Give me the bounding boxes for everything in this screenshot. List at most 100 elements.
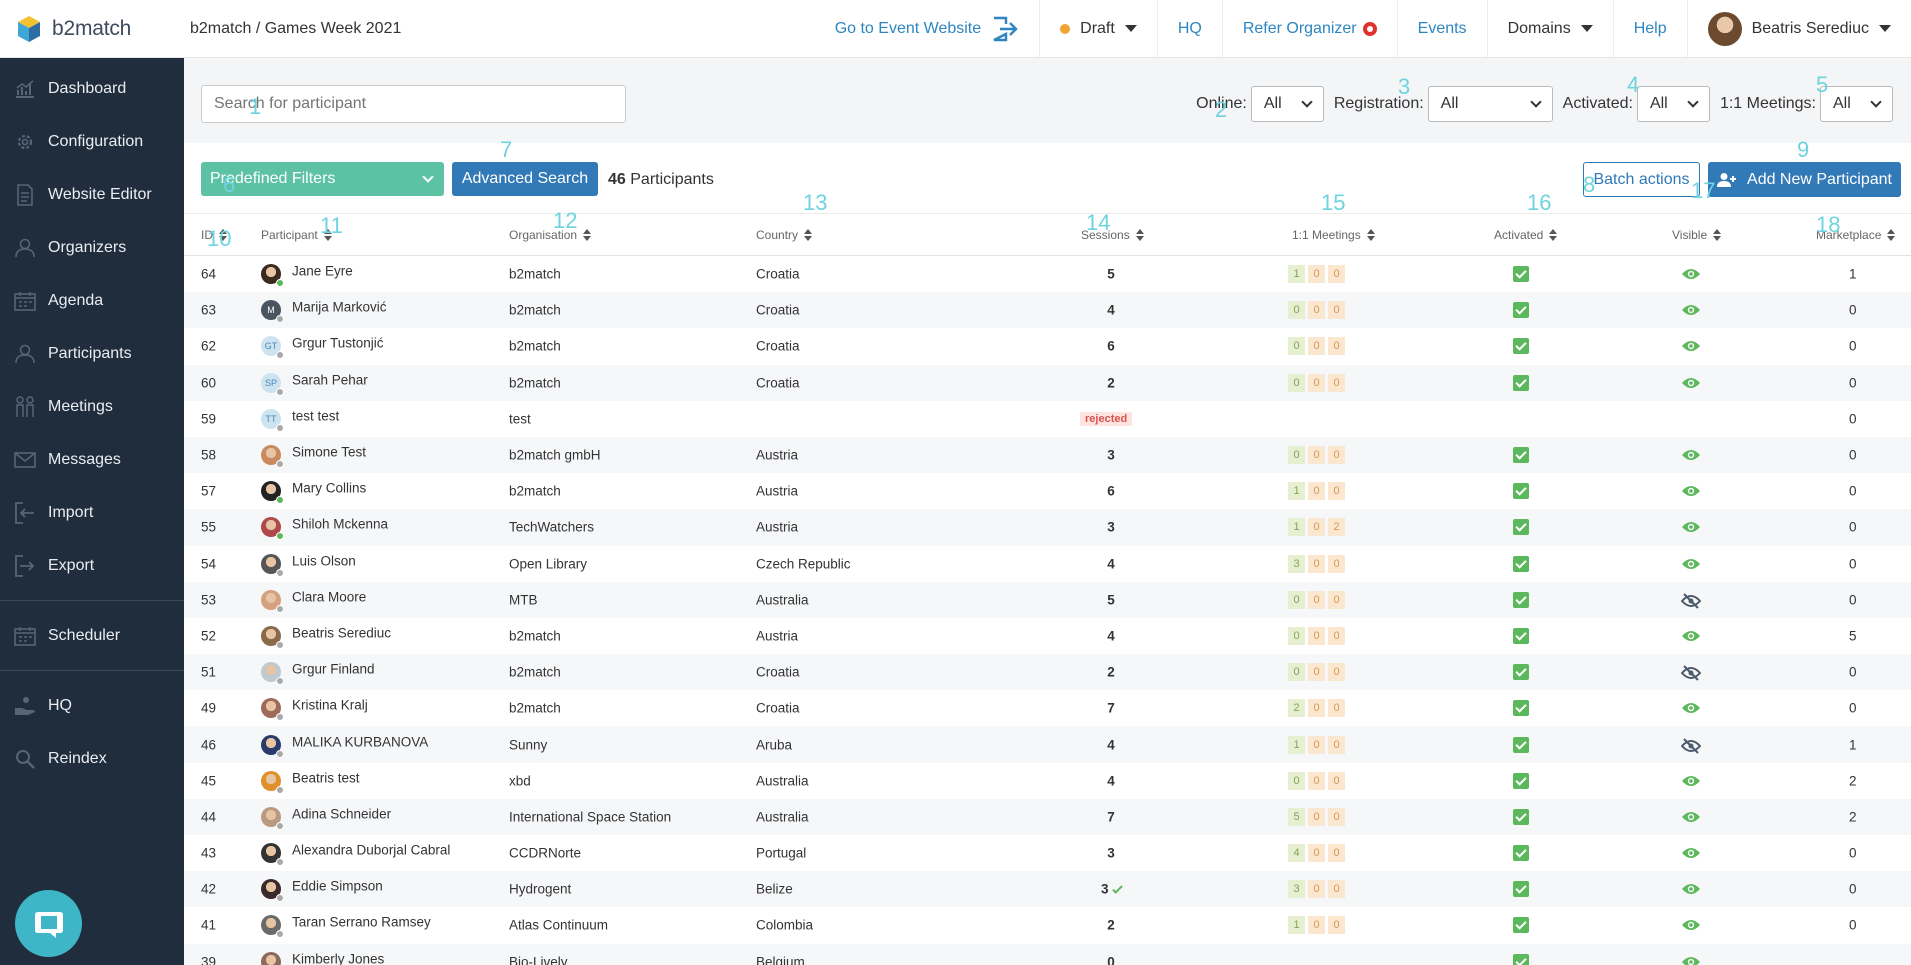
participant-name[interactable]: Grgur Tustonjić xyxy=(292,336,384,351)
status-dropdown[interactable]: Draft xyxy=(1039,0,1157,57)
table-row[interactable]: 58 Simone Test b2match gmbH Austria 3 0 0 0 0 xyxy=(184,436,1911,474)
table-row[interactable]: 55 Shiloh Mckenna TechWatchers Austria 3 1 0 2 0 xyxy=(184,509,1911,546)
table-row[interactable]: 39 Kimberly Jones Bio-Lively Belgium 0 xyxy=(184,943,1911,965)
table-row[interactable]: 43 Alexandra Duborjal Cabral CCDRNorte Port… xyxy=(184,835,1911,871)
sidebar-item-agenda[interactable]: Agenda xyxy=(0,274,184,327)
activated-select[interactable]: All xyxy=(1636,86,1710,122)
sidebar-item-export[interactable]: Export xyxy=(0,539,184,592)
table-row[interactable]: 54 Luis Olson Open Library Czech Republic 4 3… xyxy=(184,546,1911,582)
table-row[interactable]: 41 Taran Serrano Ramsey Atlas Continuum Col… xyxy=(184,907,1911,943)
predefined-filters-dropdown[interactable]: Predefined Filters xyxy=(201,162,444,196)
advanced-search-button[interactable]: Advanced Search xyxy=(452,162,598,196)
registration-select[interactable]: All xyxy=(1427,86,1553,122)
participant-name[interactable]: Sarah Pehar xyxy=(292,372,368,387)
hq-link[interactable]: HQ xyxy=(1156,0,1222,57)
table-row[interactable]: 46 MALIKA KURBANOVA Sunny Aruba 4 1 0 0 1 xyxy=(184,726,1911,763)
table-row[interactable]: 59 TT test test test rejected 0 xyxy=(184,401,1911,437)
logo[interactable]: b2match xyxy=(0,14,184,44)
hidden-eye-icon[interactable] xyxy=(1680,737,1702,754)
go-to-event-website-link[interactable]: Go to Event Website xyxy=(815,0,1039,57)
sidebar-item-meetings[interactable]: Meetings xyxy=(0,380,184,433)
participant-name[interactable]: Taran Serrano Ramsey xyxy=(292,915,431,930)
sidebar-item-hq[interactable]: HQ xyxy=(0,679,184,732)
visible-eye-icon[interactable] xyxy=(1681,846,1701,860)
table-row[interactable]: 62 GT Grgur Tustonjić b2match Croatia 6 0 0 0 0 xyxy=(184,328,1911,364)
participant-name[interactable]: test test xyxy=(292,408,339,423)
sidebar-item-scheduler[interactable]: Scheduler xyxy=(0,609,184,662)
visible-eye-icon[interactable] xyxy=(1681,376,1701,390)
help-link[interactable]: Help xyxy=(1612,0,1687,57)
participant-name[interactable]: MALIKA KURBANOVA xyxy=(292,734,428,749)
table-row[interactable]: 42 Eddie Simpson Hydrogent Belize 3 3 0 0 0 xyxy=(184,871,1911,908)
visible-eye-icon[interactable] xyxy=(1681,955,1701,965)
visible-eye-icon[interactable] xyxy=(1681,339,1701,353)
participant-name[interactable]: Shiloh Mckenna xyxy=(292,517,388,532)
participant-name[interactable]: Marija Marković xyxy=(292,300,387,315)
participant-name[interactable]: Kimberly Jones xyxy=(292,951,384,965)
refer-organizer-link[interactable]: Refer Organizer xyxy=(1221,0,1397,57)
visible-eye-icon[interactable] xyxy=(1681,774,1701,788)
sidebar-item-reindex[interactable]: Reindex xyxy=(0,732,184,785)
table-row[interactable]: 51 Grgur Finland b2match Croatia 2 0 0 0 0 xyxy=(184,654,1911,691)
participant-name[interactable]: Grgur Finland xyxy=(292,662,375,677)
participant-name[interactable]: Jane Eyre xyxy=(292,264,353,279)
table-row[interactable]: 53 Clara Moore MTB Australia 5 0 0 0 0 xyxy=(184,581,1911,618)
visible-eye-icon[interactable] xyxy=(1681,303,1701,317)
participant-name[interactable]: Adina Schneider xyxy=(292,806,391,821)
participant-name[interactable]: Clara Moore xyxy=(292,589,366,604)
sidebar-item-configuration[interactable]: Configuration xyxy=(0,115,184,168)
domains-dropdown[interactable]: Domains xyxy=(1486,0,1613,57)
sidebar-item-dashboard[interactable]: Dashboard xyxy=(0,62,184,115)
sidebar-item-import[interactable]: Import xyxy=(0,486,184,539)
visible-eye-icon[interactable] xyxy=(1681,557,1701,571)
table-row[interactable]: 44 Adina Schneider International Space Sta… xyxy=(184,798,1911,835)
hidden-eye-icon[interactable] xyxy=(1680,593,1702,609)
participant-name[interactable]: Luis Olson xyxy=(292,553,356,568)
column-header-activated[interactable]: Activated xyxy=(1494,228,1558,242)
table-row[interactable]: 45 Beatris test xbd Australia 4 0 0 0 2 xyxy=(184,763,1911,799)
events-link[interactable]: Events xyxy=(1396,0,1487,57)
chat-button[interactable] xyxy=(15,890,82,957)
sidebar-item-participants[interactable]: Participants xyxy=(0,327,184,380)
sidebar-item-organizers[interactable]: Organizers xyxy=(0,221,184,274)
column-header-visible[interactable]: Visible xyxy=(1672,228,1722,242)
visible-eye-icon[interactable] xyxy=(1681,810,1701,824)
meeting-count: 3 xyxy=(1288,880,1305,899)
table-row[interactable]: 52 Beatris Serediuc b2match Austria 4 0 0 0 5 xyxy=(184,618,1911,654)
add-new-participant-button[interactable]: Add New Participant xyxy=(1708,162,1901,197)
table-row[interactable]: 57 Mary Collins b2match Austria 6 1 0 0 0 xyxy=(184,473,1911,509)
sidebar-item-website-editor[interactable]: Website Editor xyxy=(0,168,184,221)
batch-actions-button[interactable]: Batch actions xyxy=(1583,162,1700,197)
user-menu[interactable]: Beatris Serediuc xyxy=(1686,0,1911,57)
sidebar-item-messages[interactable]: Messages xyxy=(0,433,184,486)
column-header-country[interactable]: Country xyxy=(756,228,813,242)
visible-eye-icon[interactable] xyxy=(1681,882,1701,896)
participant-organisation: TechWatchers xyxy=(509,519,595,535)
chevron-down-icon xyxy=(1870,96,1882,108)
participant-name[interactable]: Simone Test xyxy=(292,445,366,460)
participant-name[interactable]: Kristina Kralj xyxy=(292,698,368,713)
participant-name[interactable]: Alexandra Duborjal Cabral xyxy=(292,843,450,858)
visible-eye-icon[interactable] xyxy=(1681,520,1701,534)
participant-name[interactable]: Beatris test xyxy=(292,770,360,785)
participant-name[interactable]: Mary Collins xyxy=(292,481,366,496)
table-row[interactable]: 63 M Marija Marković b2match Croatia 4 0 0 0 0 xyxy=(184,292,1911,329)
search-input[interactable] xyxy=(201,85,626,123)
visible-eye-icon[interactable] xyxy=(1681,629,1701,643)
visible-eye-icon[interactable] xyxy=(1681,918,1701,932)
table-row[interactable]: 60 SP Sarah Pehar b2match Croatia 2 0 0 0 0 xyxy=(184,364,1911,401)
visible-eye-icon[interactable] xyxy=(1681,267,1701,281)
visible-eye-icon[interactable] xyxy=(1681,484,1701,498)
table-row[interactable]: 49 Kristina Kralj b2match Croatia 7 2 0 0 0 xyxy=(184,690,1911,726)
column-header-meetings[interactable]: 1:1 Meetings xyxy=(1292,228,1375,242)
online-select[interactable]: All xyxy=(1250,86,1324,122)
participant-name[interactable]: Beatris Serediuc xyxy=(292,625,391,640)
visible-eye-icon[interactable] xyxy=(1681,448,1701,462)
visible-eye-icon[interactable] xyxy=(1681,701,1701,715)
meetings-select[interactable]: All xyxy=(1820,86,1893,122)
hidden-eye-icon[interactable] xyxy=(1680,665,1702,681)
column-header-organisation[interactable]: Organisation xyxy=(509,228,592,242)
table-row[interactable]: 64 Jane Eyre b2match Croatia 5 1 0 0 1 xyxy=(184,256,1911,292)
meeting-count: 0 xyxy=(1308,699,1325,718)
participant-name[interactable]: Eddie Simpson xyxy=(292,879,383,894)
